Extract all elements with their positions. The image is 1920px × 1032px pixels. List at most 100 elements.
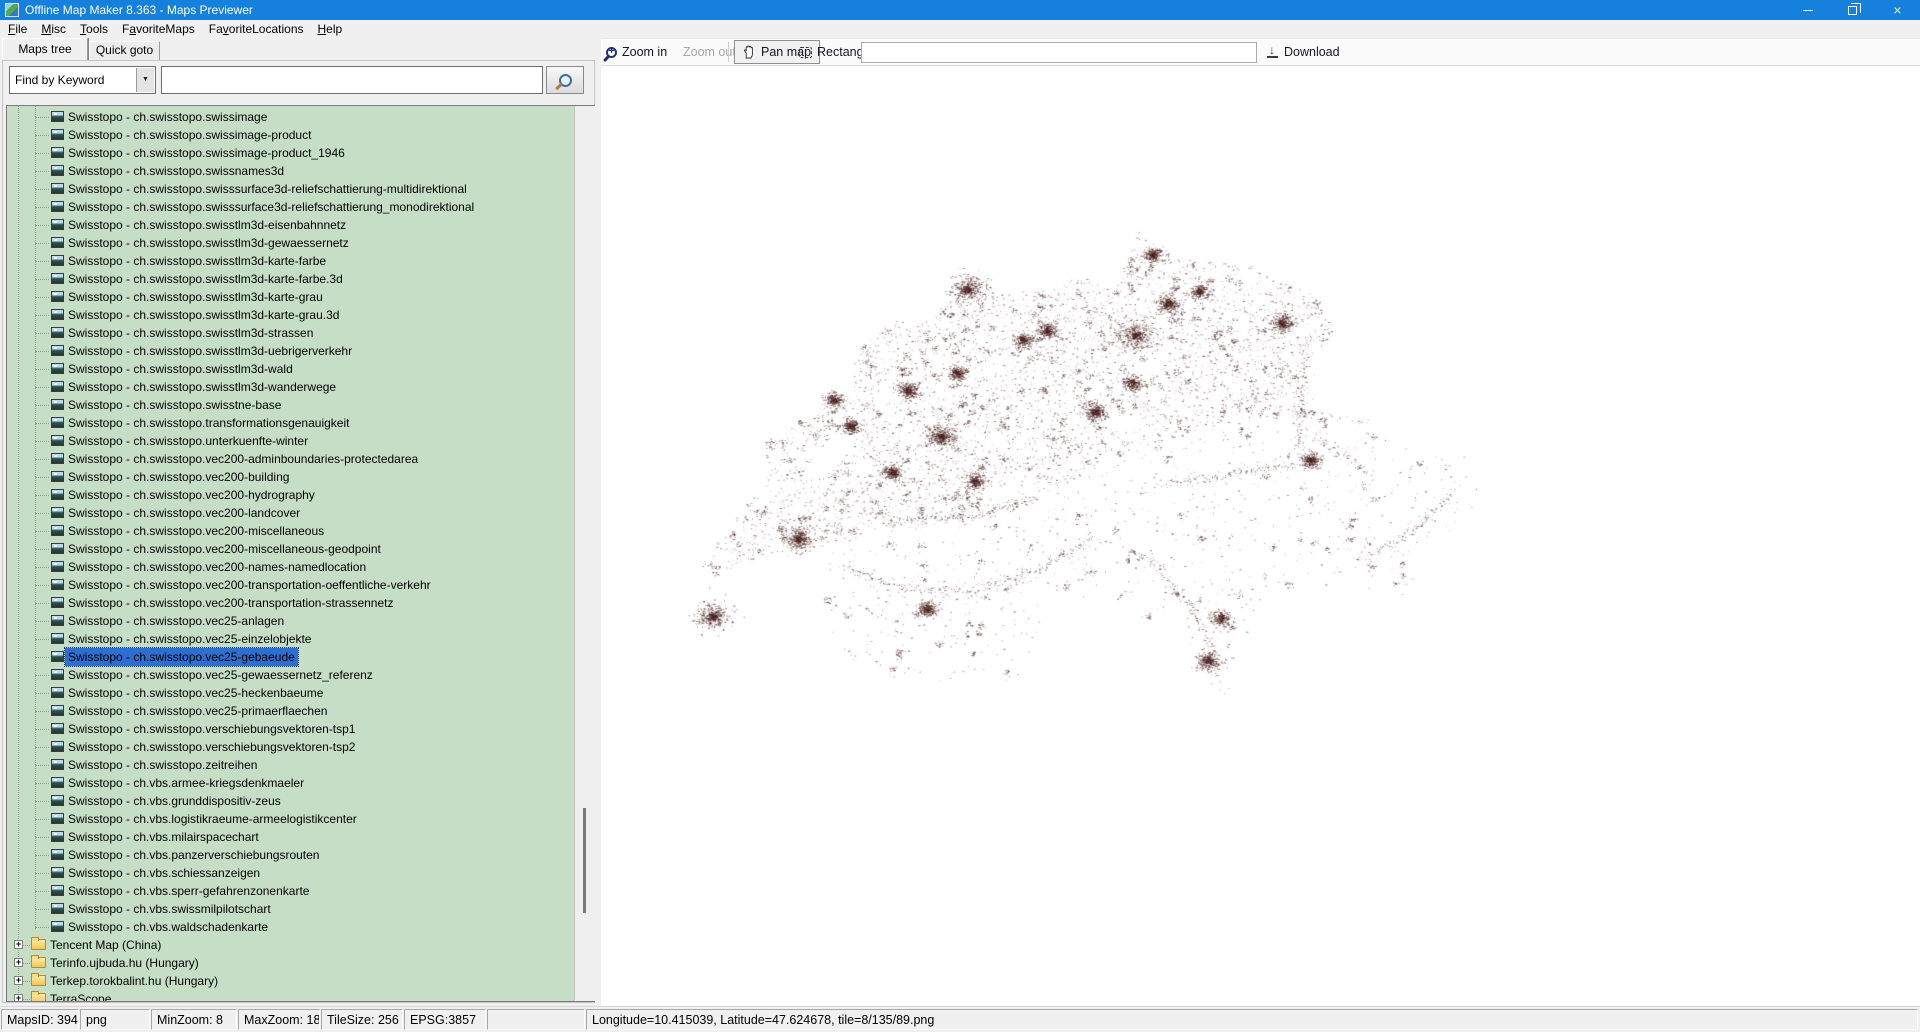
map-layer-icon — [51, 615, 64, 626]
tree-item[interactable]: Swisstopo - ch.swisstopo.swisssurface3d-… — [7, 180, 574, 198]
tree-item[interactable]: Swisstopo - ch.swisstopo.swisstlm3d-gewa… — [7, 234, 574, 252]
status-bar: MapsID: 3944 png MinZoom: 8 MaxZoom: 18 … — [0, 1006, 1920, 1032]
map-canvas[interactable] — [601, 66, 1920, 1006]
combo-dropdown-button[interactable]: ▼ — [136, 68, 154, 92]
menu-misc[interactable]: Misc — [34, 21, 73, 37]
map-layer-icon — [51, 309, 64, 320]
tree-item[interactable]: Swisstopo - ch.swisstopo.vec200-adminbou… — [7, 450, 574, 468]
map-layer-icon — [51, 129, 64, 140]
tree-item[interactable]: Swisstopo - ch.swisstopo.vec25-gebaeude — [7, 647, 574, 667]
tree-item[interactable]: Swisstopo - ch.vbs.swissmilpilotschart — [7, 900, 574, 918]
expand-plus-icon[interactable]: + — [14, 958, 23, 967]
tree-item[interactable]: Swisstopo - ch.vbs.panzerverschiebungsro… — [7, 846, 574, 864]
tree-item[interactable]: Swisstopo - ch.swisstopo.verschiebungsve… — [7, 720, 574, 738]
map-toolbar: Zoom in Zoom out Pan map Rectangle ↓ Dow… — [601, 38, 1920, 66]
tree-item[interactable]: Swisstopo - ch.swisstopo.swissnames3d — [7, 162, 574, 180]
search-mode-select[interactable]: Find by Keyword ▼ — [9, 66, 156, 94]
tree-folder[interactable]: + Terinfo.ujbuda.hu (Hungary) — [7, 954, 574, 972]
tree-item[interactable]: Swisstopo - ch.vbs.armee-kriegsdenkmaele… — [7, 774, 574, 792]
tree-item[interactable]: Swisstopo - ch.swisstopo.vec25-einzelobj… — [7, 630, 574, 648]
tab-quick-goto[interactable]: Quick goto — [89, 41, 160, 60]
map-layer-icon — [51, 417, 64, 428]
map-layer-icon — [51, 705, 64, 716]
tree-scrollbar[interactable] — [574, 106, 595, 1001]
tab-maps-tree[interactable]: Maps tree — [2, 38, 88, 60]
map-layer-icon — [51, 885, 64, 896]
tree-item[interactable]: Swisstopo - ch.swisstopo.swisstlm3d-wald — [7, 360, 574, 378]
tree-item[interactable]: Swisstopo - ch.swisstopo.vec200-hydrogra… — [7, 486, 574, 504]
zoom-in-button[interactable]: Zoom in — [606, 39, 667, 65]
tree-item[interactable]: Swisstopo - ch.vbs.logistikraeume-armeel… — [7, 810, 574, 828]
menu-bar: File Misc Tools FavoriteMaps FavoriteLocatio… — [0, 20, 1920, 38]
window-title: Offline Map Maker 8.363 - Maps Previewer — [25, 3, 253, 17]
menu-help[interactable]: Help — [311, 21, 350, 37]
close-button[interactable]: × — [1875, 0, 1920, 20]
coordinate-input[interactable] — [861, 42, 1257, 63]
tree-item[interactable]: Swisstopo - ch.vbs.grunddispositiv-zeus — [7, 792, 574, 810]
download-button[interactable]: ↓ Download — [1265, 39, 1340, 65]
map-layer-icon — [51, 759, 64, 770]
tree-item[interactable]: Swisstopo - ch.swisstopo.swisstlm3d-wand… — [7, 378, 574, 396]
tree-item[interactable]: Swisstopo - ch.swisstopo.swissimage-prod… — [7, 144, 574, 162]
tree-item[interactable]: Swisstopo - ch.swisstopo.vec200-miscella… — [7, 522, 574, 540]
status-spacer — [487, 1009, 585, 1030]
menu-favoritelocations[interactable]: FavoriteLocations — [202, 21, 311, 37]
expand-plus-icon[interactable]: + — [14, 994, 23, 1001]
map-layer-icon — [51, 867, 64, 878]
tree-item[interactable]: Swisstopo - ch.swisstopo.zeitreihen — [7, 756, 574, 774]
tree-item[interactable]: Swisstopo - ch.swisstopo.swisstlm3d-kart… — [7, 288, 574, 306]
tree-item[interactable]: Swisstopo - ch.vbs.sperr-gefahrenzonenka… — [7, 882, 574, 900]
app-window: { "window": { "title": "Offline Map Make… — [0, 0, 1920, 1032]
folder-icon — [31, 937, 46, 950]
tree-item[interactable]: Swisstopo - ch.swisstopo.swisstlm3d-eise… — [7, 216, 574, 234]
tree-item[interactable]: Swisstopo - ch.swisstopo.swisstlm3d-kart… — [7, 252, 574, 270]
map-layer-icon — [51, 813, 64, 824]
search-button[interactable] — [546, 66, 584, 94]
tree-item[interactable]: Swisstopo - ch.swisstopo.swissimage — [7, 108, 574, 126]
map-layer-icon — [51, 921, 64, 932]
restore-button[interactable] — [1830, 0, 1875, 20]
tree-item[interactable]: Swisstopo - ch.swisstopo.swisstlm3d-kart… — [7, 306, 574, 324]
tree-item[interactable]: Swisstopo - ch.swisstopo.vec25-anlagen — [7, 612, 574, 630]
tree-scrollbar-thumb[interactable] — [583, 808, 586, 913]
tree-item[interactable]: Swisstopo - ch.swisstopo.transformations… — [7, 414, 574, 432]
tree-item[interactable]: Swisstopo - ch.swisstopo.vec200-transpor… — [7, 576, 574, 594]
tree-item[interactable]: Swisstopo - ch.swisstopo.vec25-heckenbae… — [7, 684, 574, 702]
tree-item[interactable]: Swisstopo - ch.swisstopo.vec200-names-na… — [7, 558, 574, 576]
menu-favoritemaps[interactable]: FavoriteMaps — [115, 21, 202, 37]
tree-item[interactable]: Swisstopo - ch.swisstopo.unterkuenfte-wi… — [7, 432, 574, 450]
tree-item[interactable]: Swisstopo - ch.swisstopo.swisstlm3d-stra… — [7, 324, 574, 342]
tree-item[interactable]: Swisstopo - ch.vbs.waldschadenkarte — [7, 918, 574, 936]
expand-plus-icon[interactable]: + — [14, 940, 23, 949]
tree-item[interactable]: Swisstopo - ch.swisstopo.vec200-building — [7, 468, 574, 486]
tree-item[interactable]: Swisstopo - ch.swisstopo.vec200-transpor… — [7, 594, 574, 612]
tree-folder[interactable]: + Terkep.torokbalint.hu (Hungary) — [7, 972, 574, 990]
expand-plus-icon[interactable]: + — [14, 976, 23, 985]
map-layer-icon — [51, 147, 64, 158]
menu-file[interactable]: File — [1, 21, 34, 37]
minimize-button[interactable] — [1785, 0, 1830, 20]
tree-item[interactable]: Swisstopo - ch.swisstopo.vec25-gewaesser… — [7, 666, 574, 684]
tree-view[interactable]: Swisstopo - ch.swisstopo.swissimage Swiss… — [7, 106, 574, 1001]
tree-folder[interactable]: + TerraScope — [7, 990, 574, 1001]
tree-item[interactable]: Swisstopo - ch.vbs.schiessanzeigen — [7, 864, 574, 882]
tree-item[interactable]: Swisstopo - ch.swisstopo.swissimage-prod… — [7, 126, 574, 144]
tree-item[interactable]: Swisstopo - ch.swisstopo.vec200-miscella… — [7, 540, 574, 558]
tree-item[interactable]: Swisstopo - ch.swisstopo.swisssurface3d-… — [7, 198, 574, 216]
tree-folder[interactable]: + Tencent Map (China) — [7, 936, 574, 954]
map-layer-icon — [51, 651, 64, 662]
status-min-zoom: MinZoom: 8 — [151, 1009, 237, 1030]
tree-item[interactable]: Swisstopo - ch.swisstopo.vec200-landcove… — [7, 504, 574, 522]
tree-item[interactable]: Swisstopo - ch.swisstopo.swisstlm3d-uebr… — [7, 342, 574, 360]
folder-icon — [31, 955, 46, 968]
tree-item[interactable]: Swisstopo - ch.vbs.milairspacechart — [7, 828, 574, 846]
search-input[interactable] — [161, 66, 543, 94]
map-layer-icon — [51, 489, 64, 500]
map-preview-area[interactable] — [601, 66, 1920, 1006]
tree-item[interactable]: Swisstopo - ch.swisstopo.swisstne-base — [7, 396, 574, 414]
folder-icon — [31, 991, 46, 1001]
menu-tools[interactable]: Tools — [73, 21, 115, 37]
tree-item[interactable]: Swisstopo - ch.swisstopo.vec25-primaerfl… — [7, 702, 574, 720]
tree-item[interactable]: Swisstopo - ch.swisstopo.swisstlm3d-kart… — [7, 270, 574, 288]
tree-item[interactable]: Swisstopo - ch.swisstopo.verschiebungsve… — [7, 738, 574, 756]
